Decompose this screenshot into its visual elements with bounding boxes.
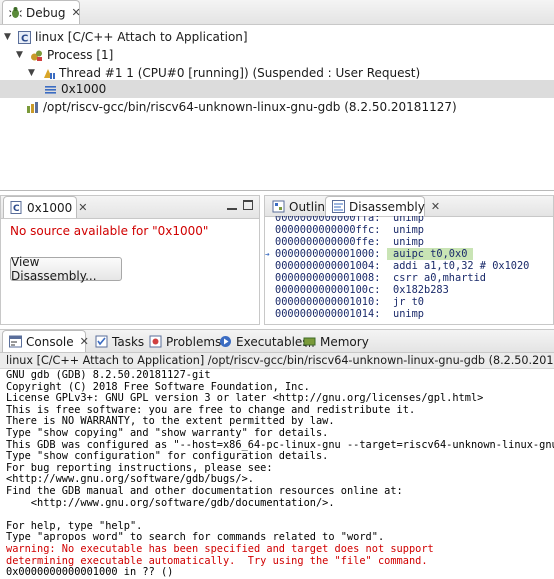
disassembly-instruction: csrr a0,mhartid [393,272,486,284]
no-source-message: No source available for "0x1000" [10,224,209,238]
console-panel: Console ✕ Tasks Problems Executables Mem… [0,329,554,579]
disassembly-address: 0000000000001000: [275,248,381,260]
tab-outline[interactable]: Outline [265,196,332,216]
outline-icon [272,200,285,213]
console-output[interactable]: GNU gdb (GDB) 8.2.50.20181127-git Copyrig… [6,370,554,578]
console-line: Find the GDB manual and other documentat… [6,484,403,497]
tree-item-launch[interactable]: ▼ C linux [C/C++ Attach to Application] [4,28,248,46]
current-instruction-arrow-icon [265,309,275,321]
tab-console[interactable]: Console ✕ [2,330,89,352]
disassembly-address: 0000000000001010: [275,296,381,308]
disassembly-line[interactable]: 0000000000000ffe: unimp [265,236,553,248]
console-line: Type "show copying" and "show warranty" … [6,426,329,439]
executables-icon [219,335,232,348]
console-icon [9,335,22,348]
debug-view: Debug ✕ ▼ C linux [C/C++ Attach to Appli… [0,0,554,191]
disassembly-address: 0000000000001014: [275,308,381,320]
disassembly-line[interactable]: 000000000000100c: 0x182b283 [265,284,553,296]
console-tabbar: Console ✕ Tasks Problems Executables Mem… [0,330,554,353]
view-controls [227,200,253,210]
chevron-down-icon[interactable]: ▼ [28,68,38,78]
gdb-process-icon [26,101,39,114]
disassembly-line[interactable]: 0000000000000ffc: unimp [265,224,553,236]
console-line: warning: No executable has been specifie… [6,542,434,555]
disassembly-instruction: unimp [393,224,424,236]
disassembly-line[interactable]: 0000000000001010: jr t0 [265,296,553,308]
memory-icon [303,335,316,348]
tree-item-label: Thread #1 1 (CPU#0 [running]) (Suspended… [59,66,421,80]
tab-tasks[interactable]: Tasks [88,330,145,352]
disassembly-instruction: unimp [393,216,424,224]
disassembly-instruction: jr t0 [393,296,424,308]
console-header: linux [C/C++ Attach to Application] /opt… [0,353,554,369]
close-icon[interactable]: ✕ [78,201,87,214]
tree-item-process[interactable]: ▼ Process [1] [16,46,113,64]
tree-item-frame[interactable]: 0x1000 [0,80,554,98]
tab-executables[interactable]: Executables [212,330,309,352]
bug-icon [9,6,22,19]
disassembly-address: 0000000000001004: [275,260,381,272]
tree-item-label: 0x1000 [61,82,107,96]
debug-tabbar: Debug ✕ [0,0,554,25]
stack-frame-icon [44,83,57,96]
disassembly-instruction: unimp [393,308,424,320]
disassembly-tabbar: Outline Disassembly ✕ [265,196,553,217]
disassembly-panel: Outline Disassembly ✕ 0000000000000ffa: u… [264,195,554,325]
view-disassembly-button[interactable]: View Disassembly... [10,255,122,283]
disassembly-instruction: auipc t0,0x0 [387,248,473,260]
maximize-icon[interactable] [243,200,253,210]
tab-editor-0x1000[interactable]: C 0x1000 ✕ [3,196,88,218]
tree-item-label: Process [1] [47,48,114,62]
tab-memory[interactable]: Memory [296,330,369,352]
thread-suspended-icon [42,67,55,80]
disassembly-address: 000000000000100c: [275,284,381,296]
problems-icon [149,335,162,348]
disassembly-line-current[interactable]: ➔ 0000000000001000: auipc t0,0x0 [265,248,553,260]
tree-item-label: /opt/riscv-gcc/bin/riscv64-unknown-linux… [43,100,457,114]
disassembly-line[interactable]: 0000000000000ffa: unimp [265,216,553,224]
console-line: GNU gdb (GDB) 8.2.50.20181127-git [6,370,211,381]
tab-problems[interactable]: Problems [142,330,221,352]
console-line: <http://www.gnu.org/software/gdb/documen… [6,496,335,509]
tab-disassembly[interactable]: Disassembly ✕ [325,196,440,216]
tab-editor-label: 0x1000 [27,200,73,215]
close-icon[interactable]: ✕ [71,6,80,19]
editor-tabbar: C 0x1000 ✕ [1,196,259,219]
disassembly-instruction: addi a1,t0,32 # 0x1020 [393,260,530,272]
disassembly-icon [332,200,345,213]
disassembly-instruction: 0x182b283 [393,284,449,296]
editor-panel: C 0x1000 ✕ No source available for "0x10… [0,195,260,325]
disassembly-line[interactable]: 0000000000001008: csrr a0,mhartid [265,272,553,284]
disassembly-line[interactable]: 0000000000001004: addi a1,t0,32 # 0x1020 [265,260,553,272]
console-line: 0x0000000000001000 in ?? () [6,566,174,578]
svg-text:C: C [13,204,20,214]
disassembly-address: 0000000000000ffe: [275,236,381,248]
disassembly-address: 0000000000001008: [275,272,381,284]
tab-disassembly-label: Disassembly [349,199,425,214]
disassembly-line[interactable]: 0000000000001014: unimp [265,308,553,320]
disassembly-address: 0000000000000ffc: [275,224,381,236]
tab-debug-label: Debug [26,5,66,20]
c-launch-icon: C [18,30,31,44]
minimize-icon[interactable] [227,200,237,210]
tab-memory-label: Memory [320,334,369,349]
console-line: Type "show configuration" for configurat… [6,450,329,463]
disassembly-listing[interactable]: 0000000000000ffa: unimp 0000000000000ffc:… [265,216,553,324]
tree-item-gdb[interactable]: /opt/riscv-gcc/bin/riscv64-unknown-linux… [26,98,457,116]
c-file-icon: C [10,201,23,214]
close-icon[interactable]: ✕ [431,200,440,213]
tab-debug[interactable]: Debug ✕ [2,0,81,24]
chevron-down-icon[interactable]: ▼ [16,50,26,60]
disassembly-address: 0000000000000ffa: [275,216,381,224]
tab-tasks-label: Tasks [112,334,145,349]
chevron-down-icon[interactable]: ▼ [4,32,14,42]
svg-text:C: C [21,33,28,44]
tasks-icon [95,335,108,348]
tab-console-label: Console [26,334,74,349]
tree-item-label: linux [C/C++ Attach to Application] [35,30,248,44]
disassembly-instruction: unimp [393,236,424,248]
process-icon [30,49,43,62]
